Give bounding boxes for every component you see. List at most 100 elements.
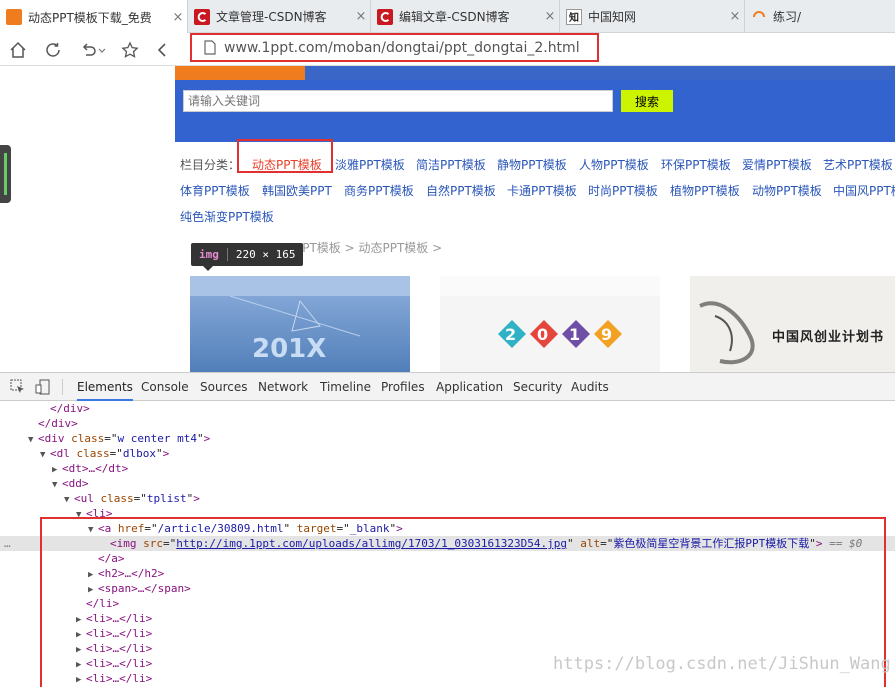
tab-csdn-edit[interactable]: 编辑文章-CSDN博客 × — [371, 0, 560, 33]
tab-1ppt[interactable]: 动态PPT模板下载_免费 × — [0, 0, 188, 34]
template-thumbnail[interactable]: 201X — [190, 276, 410, 372]
dom-tag-text: </div> — [38, 417, 78, 430]
thumbnail-digit: 9 — [601, 325, 613, 344]
tooltip-tag: img — [199, 248, 219, 261]
tab-title: 中国知网 — [588, 10, 637, 24]
category-link[interactable]: 淡雅PPT模板 — [335, 156, 405, 173]
devtools-panel: Elements Console Sources Network Timelin… — [0, 372, 895, 687]
star-icon[interactable] — [119, 39, 141, 61]
dom-node[interactable]: </div> — [0, 401, 895, 416]
back-icon[interactable] — [151, 39, 173, 61]
tooltip-divider — [226, 248, 228, 261]
loading-icon — [751, 9, 767, 25]
website-viewport: 搜索 栏目分类： 动态PPT模板 淡雅PPT模板 简洁PPT模板 静物PPT模板… — [175, 66, 895, 372]
category-link[interactable]: 商务PPT模板 — [344, 182, 414, 199]
ppt-favicon — [6, 9, 22, 25]
breadcrumb: PPT模板 > 动态PPT模板 > — [295, 239, 442, 256]
address-bar[interactable]: www.1ppt.com/moban/dongtai/ppt_dongtai_2… — [190, 33, 599, 62]
dom-attr-value: dlbox — [122, 447, 156, 460]
category-link[interactable]: 纯色渐变PPT模板 — [180, 208, 274, 225]
category-link[interactable]: 静物PPT模板 — [497, 156, 567, 173]
csdn-favicon — [377, 8, 393, 25]
search-input[interactable] — [183, 90, 613, 112]
ellipsis-icon[interactable]: … — [4, 536, 11, 551]
tab-console[interactable]: Console — [141, 373, 189, 401]
category-link[interactable]: 艺术PPT模板 — [823, 156, 893, 173]
inspect-cursor-icon[interactable] — [10, 379, 26, 398]
site-nav-home[interactable] — [175, 66, 305, 80]
tab-cnki[interactable]: 知 中国知网 × — [560, 0, 745, 33]
breadcrumb-text: PPT模板 > 动态PPT模板 > — [295, 241, 443, 255]
dom-tag-text: <dd> — [62, 477, 89, 490]
watermark: https://blog.csdn.net/JiShun_Wang — [553, 654, 891, 674]
dom-node[interactable]: ▼ <ul class="tplist"> — [0, 491, 895, 506]
category-link[interactable]: 自然PPT模板 — [426, 182, 496, 199]
category-label: 栏目分类： — [180, 158, 241, 172]
toolbar-divider — [62, 379, 63, 395]
csdn-favicon — [194, 8, 210, 25]
search-button[interactable]: 搜索 — [621, 90, 673, 112]
category-link-dongtai[interactable]: 动态PPT模板 — [252, 156, 322, 173]
category-link[interactable]: 爱情PPT模板 — [742, 156, 812, 173]
search-band: 搜索 — [175, 80, 895, 142]
close-icon[interactable]: × — [169, 10, 187, 25]
tab-sources[interactable]: Sources — [200, 373, 247, 401]
category-link[interactable]: 卡通PPT模板 — [507, 182, 577, 199]
tab-title: 文章管理-CSDN博客 — [216, 10, 327, 24]
dom-node[interactable]: ▶ <dt>…</dt> — [0, 461, 895, 476]
sidebar-handle[interactable] — [0, 145, 11, 203]
home-icon[interactable] — [7, 39, 29, 61]
tab-csdn-articles[interactable]: 文章管理-CSDN博客 × — [188, 0, 371, 33]
category-link[interactable]: 简洁PPT模板 — [416, 156, 486, 173]
inspect-tooltip: img 220 × 165 — [191, 243, 304, 271]
tooltip-size: 220 × 165 — [235, 248, 296, 261]
tab-practice[interactable]: 练习/ — [745, 0, 895, 33]
device-mode-icon[interactable] — [35, 379, 51, 398]
thumbnail-digit: 0 — [537, 325, 549, 344]
tab-timeline[interactable]: Timeline — [320, 373, 371, 401]
dom-node[interactable]: ▼ <dd> — [0, 476, 895, 491]
thumbnail-digit: 2 — [505, 325, 517, 344]
dom-tag-text: ul — [80, 492, 94, 505]
tab-security[interactable]: Security — [513, 373, 562, 401]
dom-node[interactable]: </div> — [0, 416, 895, 431]
reload-icon[interactable] — [42, 39, 64, 61]
thumbnail-text: 中国风创业计划书 — [772, 330, 885, 345]
tab-profiles[interactable]: Profiles — [381, 373, 425, 401]
category-link[interactable]: 植物PPT模板 — [670, 182, 740, 199]
category-link[interactable]: 韩国欧美PPT — [262, 182, 332, 199]
dom-tree: </div> </div> ▼ <div class="w center mt4"… — [0, 401, 895, 687]
thumbnail-text: 201X — [252, 334, 327, 364]
category-link[interactable]: 动物PPT模板 — [752, 182, 822, 199]
tab-audits[interactable]: Audits — [571, 373, 609, 401]
category-link[interactable]: 人物PPT模板 — [579, 156, 649, 173]
close-icon[interactable]: × — [541, 9, 559, 24]
category-link[interactable]: 环保PPT模板 — [661, 156, 731, 173]
tab-title: 练习/ — [773, 10, 802, 24]
undo-icon[interactable] — [78, 39, 108, 61]
thumbnail-graphic — [699, 301, 755, 365]
browser-tab-bar: 动态PPT模板下载_免费 × 文章管理-CSDN博客 × 编辑文章-CSDN博客… — [0, 0, 895, 34]
template-thumbnail[interactable]: 中国风创业计划书 — [690, 276, 895, 372]
tab-application[interactable]: Application — [436, 373, 503, 401]
tab-network[interactable]: Network — [258, 373, 308, 401]
dom-tag-text: <dt>…</dt> — [62, 462, 129, 475]
dom-node[interactable]: ▼ <div class="w center mt4"> — [0, 431, 895, 446]
category-link[interactable]: 中国风PPT模板 — [833, 182, 895, 199]
dom-attr-value: w center mt4 — [117, 432, 197, 445]
dom-attr-value: tplist — [146, 492, 187, 505]
dom-tag-text: dl — [56, 447, 70, 460]
page-left-area — [0, 66, 175, 372]
tab-elements[interactable]: Elements — [77, 373, 133, 401]
category-link[interactable]: 体育PPT模板 — [180, 182, 250, 199]
dom-node[interactable]: ▼ <dl class="dlbox"> — [0, 446, 895, 461]
thumbnail-digit: 1 — [569, 325, 581, 344]
thumbnail-graphic — [498, 320, 622, 348]
tab-title: 动态PPT模板下载_免费 — [28, 10, 152, 25]
template-thumbnail[interactable]: 2 0 1 9 — [440, 276, 660, 372]
dom-tag-text: </div> — [50, 402, 90, 415]
category-link[interactable]: 时尚PPT模板 — [588, 182, 658, 199]
close-icon[interactable]: × — [352, 9, 370, 24]
close-icon[interactable]: × — [726, 9, 744, 24]
site-nav-bar — [175, 66, 895, 80]
